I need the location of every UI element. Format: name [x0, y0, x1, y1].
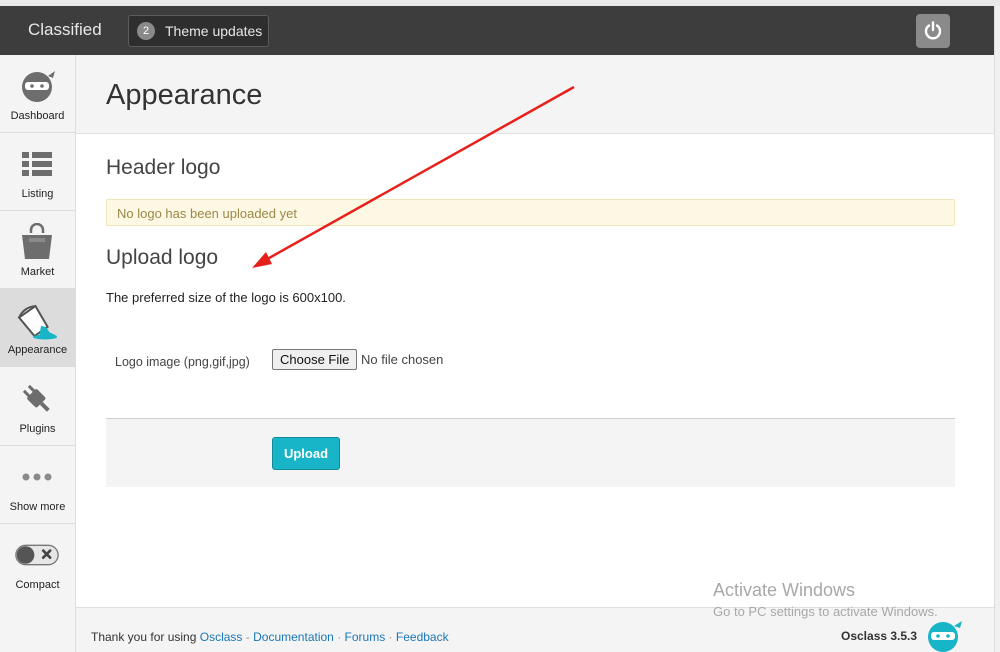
paint-bucket-icon: [15, 302, 59, 340]
version-label: Osclass 3.5.3: [841, 629, 918, 643]
brand-title[interactable]: Classified: [28, 20, 102, 40]
sidebar-item-appearance[interactable]: Appearance: [0, 289, 75, 367]
page-footer: Thank you for using Osclass - Documentat…: [76, 607, 994, 652]
no-logo-alert: No logo has been uploaded yet: [106, 199, 955, 226]
footer-separator: -: [245, 630, 250, 644]
osclass-logo-icon: [928, 621, 962, 652]
footer-link-feedback[interactable]: Feedback: [396, 630, 449, 644]
choose-file-button[interactable]: Choose File: [272, 349, 358, 370]
sidebar-item-label: Dashboard: [10, 110, 65, 122]
theme-updates-button[interactable]: 2 Theme updates: [128, 15, 269, 47]
logo-image-label: Logo image (png,gif,jpg): [115, 355, 250, 369]
main-content: Appearance Header logo No logo has been …: [76, 55, 994, 652]
theme-updates-label: Theme updates: [165, 23, 263, 39]
top-bar: Classified 2 Theme updates: [0, 6, 994, 55]
file-status-text: No file chosen: [361, 352, 444, 367]
upload-button[interactable]: Upload: [272, 437, 340, 470]
sidebar-item-label: Compact: [15, 579, 60, 591]
page-header: Appearance: [76, 55, 994, 134]
sidebar-item-label: Show more: [9, 501, 66, 513]
sidebar: Dashboard Listing Market Appearance Plug…: [0, 55, 76, 652]
footer-link-documentation[interactable]: Documentation: [253, 630, 334, 644]
updates-count-badge: 2: [137, 22, 155, 40]
scrollbar[interactable]: [994, 6, 1000, 652]
footer-thanks-text: Thank you for using: [91, 630, 197, 644]
toggle-icon: [15, 537, 59, 573]
ninja-icon: [15, 68, 59, 104]
sidebar-item-label: Appearance: [7, 344, 68, 356]
footer-credits: Thank you for using Osclass - Documentat…: [91, 630, 449, 644]
page-title: Appearance: [106, 79, 263, 111]
section-heading-upload-logo: Upload logo: [106, 246, 219, 269]
sidebar-item-market[interactable]: Market: [0, 211, 75, 289]
footer-separator: ·: [337, 630, 342, 644]
ellipsis-icon: [15, 459, 59, 495]
preferred-size-note: The preferred size of the logo is 600x10…: [106, 290, 346, 305]
footer-link-oscclass[interactable]: Osclass: [200, 630, 243, 644]
shopping-bag-icon: [15, 223, 59, 260]
footer-separator: ·: [388, 630, 393, 644]
footer-link-forums[interactable]: Forums: [345, 630, 386, 644]
section-heading-header-logo: Header logo: [106, 156, 221, 179]
sidebar-item-plugins[interactable]: Plugins: [0, 368, 75, 446]
sidebar-item-show-more[interactable]: Show more: [0, 446, 75, 524]
power-icon: [924, 21, 942, 40]
sidebar-item-label: Listing: [21, 188, 54, 200]
logout-button[interactable]: [916, 14, 950, 48]
sidebar-item-compact[interactable]: Compact: [0, 524, 75, 602]
plug-icon: [15, 381, 59, 417]
sidebar-item-label: Market: [20, 266, 55, 278]
list-icon: [15, 146, 59, 182]
sidebar-item-label: Plugins: [19, 423, 56, 435]
form-actions: Upload: [106, 418, 955, 487]
sidebar-item-listing[interactable]: Listing: [0, 133, 75, 211]
sidebar-item-dashboard[interactable]: Dashboard: [0, 55, 75, 133]
